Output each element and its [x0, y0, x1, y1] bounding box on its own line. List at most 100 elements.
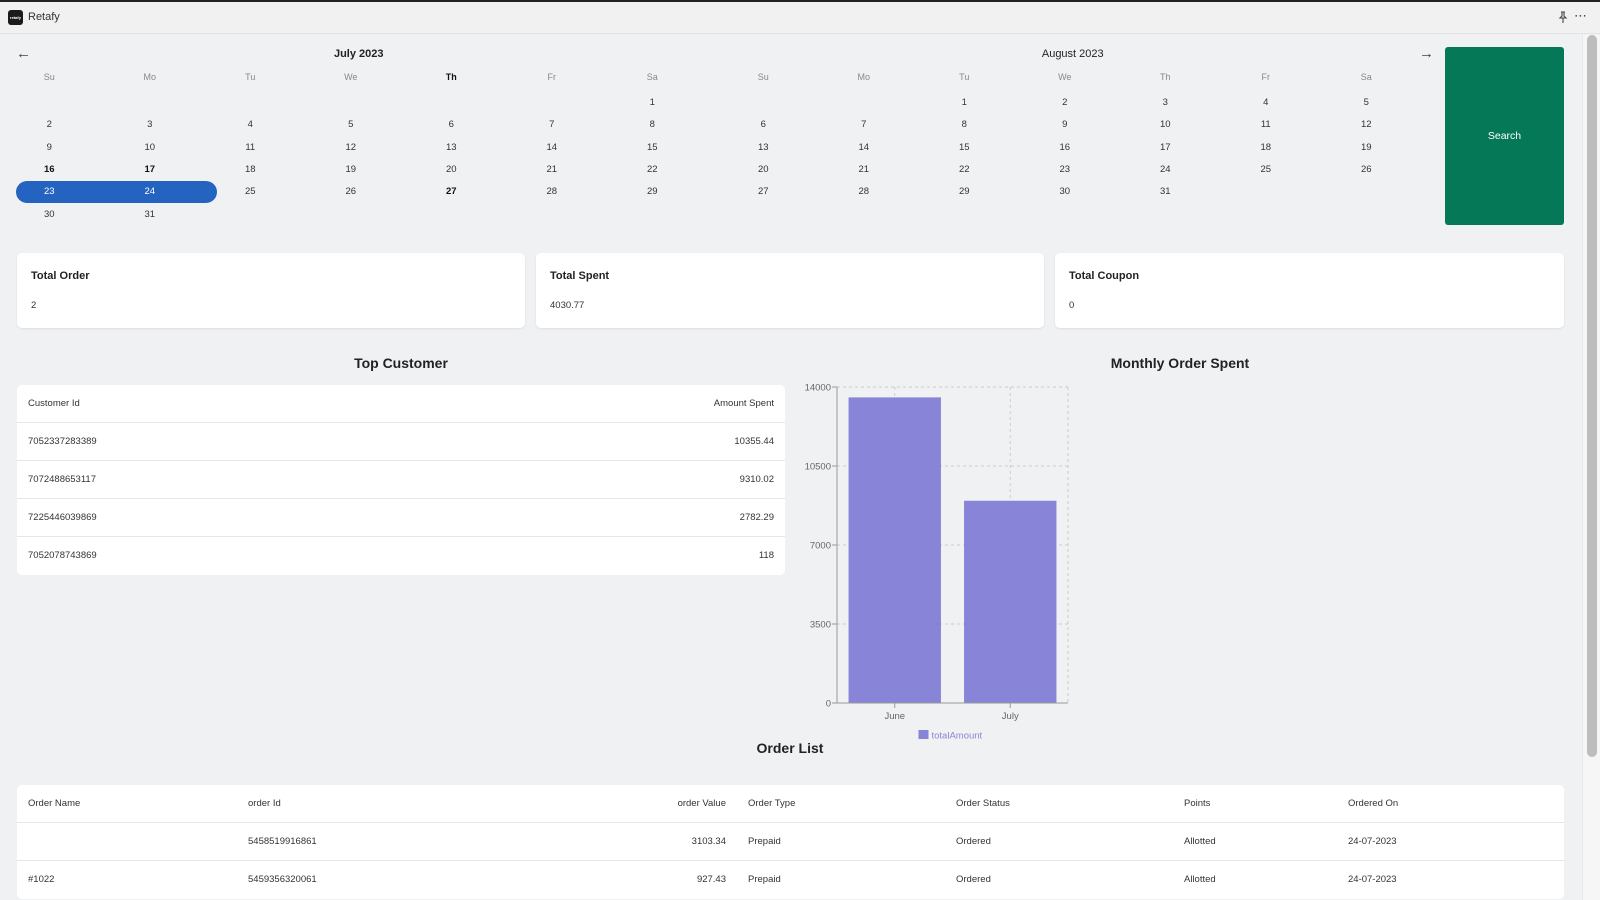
table-row[interactable]: 7052337283389 10355.44 [17, 423, 785, 461]
calendar-day[interactable]: 4 [230, 115, 270, 135]
calendar-day[interactable]: 9 [1045, 115, 1085, 135]
pin-icon[interactable] [1556, 10, 1570, 24]
table-row[interactable]: 7072488653117 9310.02 [17, 461, 785, 499]
weekday-label: Th [1159, 72, 1171, 82]
column-header-order-name[interactable]: Order Name [28, 785, 80, 823]
calendar-day[interactable]: 24 [1145, 160, 1185, 180]
table-row[interactable]: 7225446039869 2782.29 [17, 499, 785, 537]
weekday-label: We [1058, 72, 1072, 82]
calendar-day[interactable]: 16 [29, 160, 69, 180]
order-name: #1022 [28, 874, 55, 885]
calendar-day[interactable]: 1 [944, 93, 984, 113]
weekday-label: Tu [245, 72, 256, 82]
column-header-order-id[interactable]: order Id [248, 785, 281, 823]
customer-id: 7072488653117 [28, 474, 96, 485]
calendar-day[interactable]: 11 [230, 138, 270, 158]
column-header-amount-spent[interactable]: Amount Spent [714, 385, 774, 423]
weekday-label: Fr [1261, 72, 1271, 82]
ordered-on: 24-07-2023 [1348, 874, 1397, 885]
calendar-day[interactable]: 26 [331, 182, 371, 202]
calendar-day[interactable]: 28 [844, 182, 884, 202]
column-header-customer-id[interactable]: Customer Id [28, 385, 80, 423]
calendar-day[interactable]: 25 [1246, 160, 1286, 180]
calendar-day[interactable]: 15 [632, 138, 672, 158]
calendar-day[interactable]: 18 [1246, 138, 1286, 158]
calendar-day[interactable]: 20 [431, 160, 471, 180]
calendar-day[interactable]: 29 [944, 182, 984, 202]
search-button[interactable]: Search [1445, 47, 1564, 225]
calendar-day[interactable]: 12 [331, 138, 371, 158]
table-row[interactable]: 7052078743869 118 [17, 537, 785, 575]
calendar-day[interactable]: 14 [532, 138, 572, 158]
calendar-day[interactable]: 15 [944, 138, 984, 158]
calendar-day[interactable]: 8 [632, 115, 672, 135]
more-icon[interactable]: ⋯ [1574, 8, 1587, 24]
calendar-day[interactable]: 2 [29, 115, 69, 135]
calendar-day[interactable]: 8 [944, 115, 984, 135]
amount-spent: 2782.29 [739, 512, 774, 523]
calendar-day[interactable]: 30 [29, 205, 69, 225]
calendar-day[interactable]: 16 [1045, 138, 1085, 158]
calendar-day[interactable]: 4 [1246, 93, 1286, 113]
calendar-day[interactable]: 3 [130, 115, 170, 135]
table-row[interactable]: #1022 5459356320061 927.43 Prepaid Ordered Al… [17, 861, 1564, 899]
column-header-order-status[interactable]: Order Status [956, 785, 1010, 823]
calendar-day[interactable]: 7 [844, 115, 884, 135]
column-header-points[interactable]: Points [1184, 785, 1210, 823]
table-row[interactable]: 5458519916861 3103.34 Prepaid Ordered Allott… [17, 823, 1564, 861]
title-bar: retafy Retafy ⋯ [0, 2, 1600, 34]
calendar-day[interactable]: 19 [331, 160, 371, 180]
calendar-day[interactable]: 21 [844, 160, 884, 180]
calendar-day[interactable]: 2 [1045, 93, 1085, 113]
calendar-day[interactable]: 18 [230, 160, 270, 180]
calendar-day[interactable]: 14 [844, 138, 884, 158]
calendar-day[interactable]: 9 [29, 138, 69, 158]
calendar-day[interactable]: 22 [632, 160, 672, 180]
calendar-day[interactable]: 22 [944, 160, 984, 180]
calendar-day[interactable]: 30 [1045, 182, 1085, 202]
calendar-day[interactable]: 6 [743, 115, 783, 135]
column-header-order-value[interactable]: order Value [678, 785, 726, 823]
calendar-day[interactable]: 27 [431, 182, 471, 202]
calendar-day[interactable]: 5 [331, 115, 371, 135]
table-header-row: Customer Id Amount Spent [17, 385, 785, 423]
calendar-day[interactable]: 31 [130, 205, 170, 225]
bar-june[interactable] [848, 397, 941, 703]
table-header-row: Order Name order Id order Value Order Type O… [17, 785, 1564, 823]
calendar-day[interactable]: 29 [632, 182, 672, 202]
calendar-day[interactable]: 17 [1145, 138, 1185, 158]
calendar-day[interactable]: 26 [1346, 160, 1386, 180]
calendar-day[interactable]: 13 [431, 138, 471, 158]
calendar-day[interactable]: 23 [1045, 160, 1085, 180]
amount-spent: 9310.02 [739, 474, 774, 485]
calendar-day[interactable]: 13 [743, 138, 783, 158]
vertical-scrollbar[interactable] [1582, 35, 1600, 900]
arrow-left-icon[interactable]: ← [16, 46, 31, 61]
calendar-day[interactable]: 17 [130, 160, 170, 180]
legend-label[interactable]: totalAmount [932, 731, 983, 742]
calendar-day[interactable]: 21 [532, 160, 572, 180]
calendar-day[interactable]: 24 [130, 182, 170, 202]
calendar-day[interactable]: 6 [431, 115, 471, 135]
calendar-day[interactable]: 7 [532, 115, 572, 135]
calendar-day[interactable]: 20 [743, 160, 783, 180]
calendar-day[interactable]: 1 [632, 93, 672, 113]
calendar-day[interactable]: 12 [1346, 115, 1386, 135]
bar-july[interactable] [964, 500, 1057, 703]
calendar-day[interactable]: 10 [130, 138, 170, 158]
column-header-ordered-on[interactable]: Ordered On [1348, 785, 1398, 823]
order-id: 5459356320061 [248, 874, 317, 885]
scrollbar-thumb[interactable] [1587, 35, 1597, 757]
calendar-day[interactable]: 28 [532, 182, 572, 202]
calendar-day[interactable]: 11 [1246, 115, 1286, 135]
calendar-day[interactable]: 10 [1145, 115, 1185, 135]
calendar-day[interactable]: 23 [29, 182, 69, 202]
calendar-day[interactable]: 31 [1145, 182, 1185, 202]
calendar-day[interactable]: 19 [1346, 138, 1386, 158]
calendar-day[interactable]: 5 [1346, 93, 1386, 113]
calendar-day[interactable]: 27 [743, 182, 783, 202]
column-header-order-type[interactable]: Order Type [748, 785, 795, 823]
arrow-right-icon[interactable]: → [1419, 46, 1434, 61]
calendar-day[interactable]: 25 [230, 182, 270, 202]
calendar-day[interactable]: 3 [1145, 93, 1185, 113]
